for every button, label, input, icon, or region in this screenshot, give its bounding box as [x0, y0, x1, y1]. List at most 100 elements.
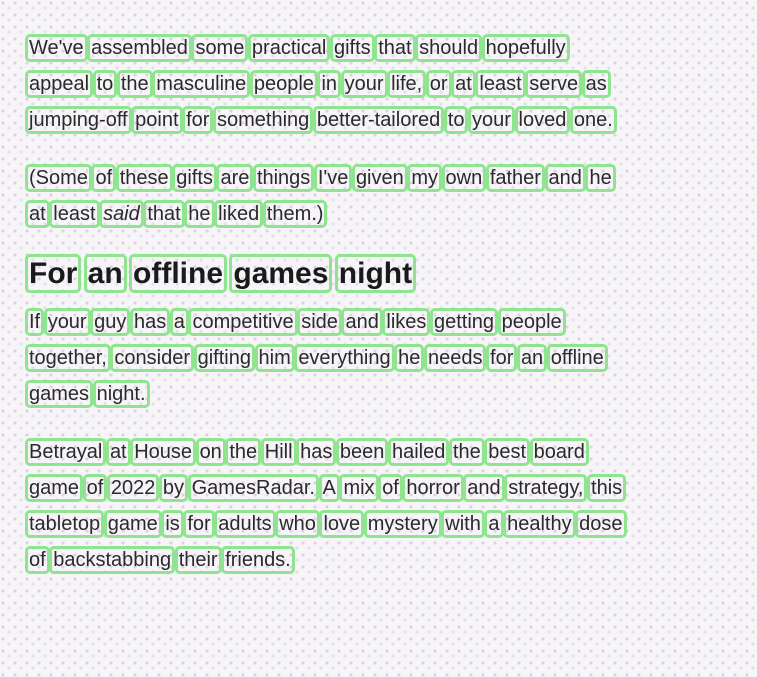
word: best: [484, 438, 531, 466]
word: For: [24, 254, 82, 293]
word: should: [415, 34, 483, 62]
word: for: [183, 510, 215, 538]
word: least: [49, 200, 100, 228]
word: needs: [423, 344, 487, 372]
word: people: [249, 70, 318, 98]
word: least: [475, 70, 526, 98]
word: tabletop: [24, 510, 105, 538]
word: he: [585, 164, 616, 192]
word: gifts: [172, 164, 217, 192]
word: these: [115, 164, 173, 192]
word: things: [252, 164, 315, 192]
word: he: [394, 344, 425, 372]
word: board: [529, 438, 589, 466]
word: their: [174, 546, 222, 574]
word: If: [24, 308, 45, 336]
word: is: [161, 510, 184, 538]
word: hailed: [387, 438, 450, 466]
word: he: [184, 200, 215, 228]
word: game: [103, 510, 162, 538]
word: strategy,: [504, 474, 588, 502]
word: something: [212, 106, 314, 134]
word: love: [319, 510, 365, 538]
word: with: [441, 510, 485, 538]
word: at: [451, 70, 476, 98]
word: games: [24, 380, 94, 408]
word: masculine: [152, 70, 251, 98]
word: horror: [402, 474, 464, 502]
father-text-b: that he liked them.): [143, 200, 328, 228]
word: adults: [214, 510, 276, 538]
word: dose: [575, 510, 627, 538]
word: of: [25, 546, 50, 574]
word: night: [334, 254, 417, 293]
word: gifts: [329, 34, 375, 62]
word: that: [374, 34, 416, 62]
word: everything: [294, 344, 395, 372]
father-text-emphasis: said: [99, 200, 144, 228]
article-body: We've assembled some practical gifts tha…: [24, 30, 628, 600]
word: offline: [129, 254, 228, 293]
word: who: [275, 510, 320, 538]
word: and: [544, 164, 586, 192]
word: game: [24, 474, 84, 502]
word: him: [254, 344, 295, 372]
word: night.: [92, 380, 150, 408]
word: I've: [313, 164, 353, 192]
word: guy: [90, 308, 131, 336]
word: competitive: [188, 308, 298, 336]
word: side: [297, 308, 342, 336]
word: likes: [382, 308, 431, 336]
games-paragraph: If your guy has a competitive side and l…: [24, 304, 628, 412]
word: serve: [525, 70, 583, 98]
word: of: [378, 474, 403, 502]
word: as: [581, 70, 611, 98]
word: in: [317, 70, 341, 98]
word: a: [169, 308, 189, 336]
word: mix: [339, 474, 379, 502]
word: one.: [569, 106, 617, 134]
heading-text: For an offline games night: [24, 254, 417, 293]
word: friends.: [221, 546, 295, 574]
word: together,: [25, 344, 111, 372]
word: offline: [546, 344, 608, 372]
word: We've: [25, 34, 88, 62]
word: an: [516, 344, 548, 372]
betrayal-paragraph: Betrayal at House on the Hill has been h…: [24, 434, 628, 578]
word: at: [25, 200, 50, 228]
word: on: [195, 438, 226, 466]
word: better-tailored: [312, 106, 445, 134]
father-paragraph: (Some of these gifts are things I've giv…: [25, 160, 628, 232]
word: mystery: [363, 510, 442, 538]
word: liked: [214, 200, 264, 228]
word: Betrayal: [24, 438, 107, 466]
intro-paragraph: We've assembled some practical gifts tha…: [24, 30, 628, 138]
word: gifting: [193, 344, 255, 372]
word: to: [92, 70, 118, 98]
word: assembled: [87, 34, 192, 62]
word: this: [587, 474, 627, 502]
word: appeal: [24, 70, 94, 98]
word: the: [448, 438, 485, 466]
word: getting: [429, 308, 499, 336]
word: backstabbing: [49, 546, 176, 574]
word: own: [441, 164, 487, 192]
word: said: [99, 200, 144, 228]
word: healthy: [503, 510, 576, 538]
betrayal-text: Betrayal at House on the Hill has been h…: [24, 438, 627, 574]
word: jumping-off: [25, 106, 132, 134]
word: a: [484, 510, 504, 538]
word: of: [91, 164, 117, 192]
word: has: [296, 438, 337, 466]
word: has: [129, 308, 171, 336]
word: of: [82, 474, 108, 502]
word: point: [131, 106, 183, 134]
word: loved: [514, 106, 571, 134]
section-heading: For an offline games night: [24, 254, 628, 294]
word: are: [216, 164, 254, 192]
word: your: [468, 106, 515, 134]
word: to: [443, 106, 469, 134]
word: life,: [387, 70, 427, 98]
games-text: If your guy has a competitive side and l…: [24, 308, 608, 408]
word: given: [351, 164, 408, 192]
